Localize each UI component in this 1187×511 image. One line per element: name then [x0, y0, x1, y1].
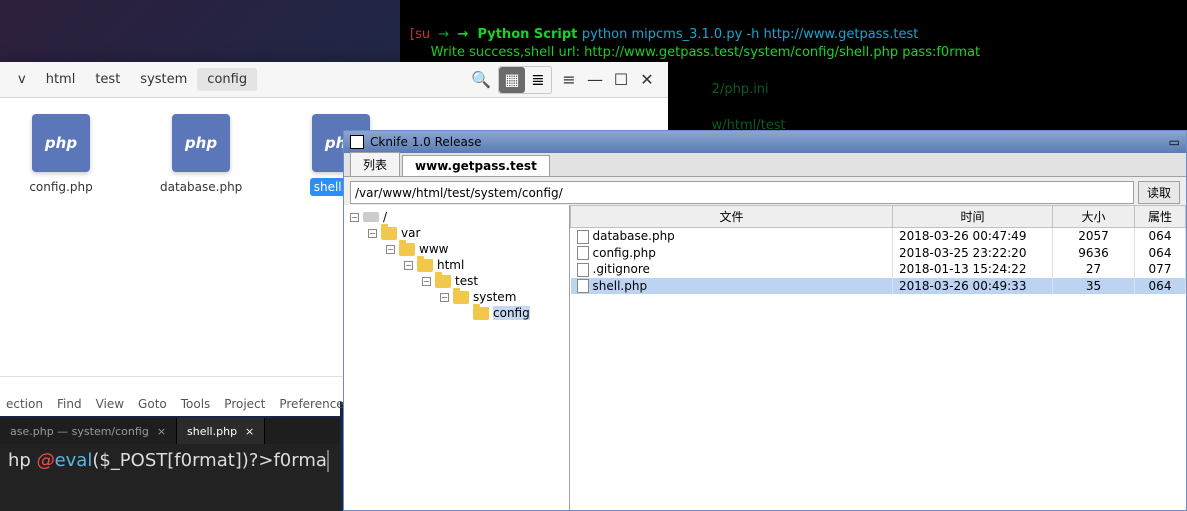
ck-tab-list[interactable]: 列表 — [350, 152, 400, 176]
col-size[interactable]: 大小 — [1053, 206, 1135, 228]
ck-tabs: 列表 www.getpass.test — [344, 153, 1186, 177]
folder-icon — [473, 307, 489, 320]
menu-project[interactable]: Project — [224, 397, 265, 411]
tree-node-/[interactable]: −/ — [346, 209, 567, 225]
tree-node-var[interactable]: − var — [346, 225, 567, 241]
term-line-1: [su → → Python Script python mipcms_3.1.… — [410, 27, 918, 42]
fm-breadcrumbs: v html test system config — [8, 68, 257, 91]
folder-icon — [381, 227, 397, 240]
col-file[interactable]: 文件 — [571, 206, 893, 228]
view-toggle: ▦ ≣ — [498, 66, 552, 94]
hamburger-icon[interactable]: ≡ — [556, 67, 582, 93]
path-input[interactable] — [350, 181, 1134, 204]
tree-label: config — [493, 306, 530, 320]
tree-label: / — [383, 210, 387, 224]
crumb-config[interactable]: config — [197, 68, 257, 91]
crumb-v[interactable]: v — [8, 68, 36, 91]
menu-goto[interactable]: Goto — [138, 397, 167, 411]
crumb-test[interactable]: test — [85, 68, 130, 91]
table-row[interactable]: shell.php2018-03-26 00:49:3335064 — [571, 278, 1186, 295]
editor-canvas[interactable]: hp @eval($_POST[f0rmat])?>f0rma — [0, 444, 340, 511]
ck-filelist[interactable]: 文件 时间 大小 属性 database.php2018-03-26 00:47… — [570, 205, 1186, 510]
grid-view-icon[interactable]: ▦ — [499, 67, 525, 93]
document-icon — [577, 279, 589, 293]
cknife-window: Cknife 1.0 Release ▭ 列表 www.getpass.test… — [343, 130, 1187, 511]
document-icon — [577, 246, 589, 260]
fm-titlebar[interactable]: v html test system config 🔍 ▦ ≣ ≡ — ☐ ✕ — [0, 62, 668, 98]
crumb-system[interactable]: system — [130, 68, 197, 91]
list-view-icon[interactable]: ≣ — [525, 67, 551, 93]
php-file-icon: php — [32, 114, 90, 172]
document-icon — [577, 230, 589, 244]
tree-node-www[interactable]: − www — [346, 241, 567, 257]
menu-preferences[interactable]: Preferences — [279, 397, 350, 411]
close-icon[interactable]: × — [157, 425, 166, 438]
tree-toggle-icon[interactable]: − — [404, 261, 413, 270]
file-label: config.php — [25, 178, 96, 196]
maximize-icon[interactable]: ▭ — [1169, 135, 1180, 149]
ck-tree[interactable]: −/−var−www−html−test−systemconfig — [344, 205, 570, 510]
editor-tab-1[interactable]: ase.php — system/config × — [0, 418, 177, 444]
minimize-icon[interactable]: — — [582, 67, 608, 93]
table-row[interactable]: database.php2018-03-26 00:47:492057064 — [571, 228, 1186, 245]
tree-toggle-icon[interactable]: − — [422, 277, 431, 286]
close-icon[interactable]: × — [245, 425, 254, 438]
disk-icon — [363, 212, 379, 222]
crumb-html[interactable]: html — [36, 68, 86, 91]
menu-find[interactable]: Find — [57, 397, 82, 411]
search-icon[interactable]: 🔍 — [468, 67, 494, 93]
document-icon — [577, 263, 589, 277]
menu-tools[interactable]: Tools — [181, 397, 211, 411]
tree-label: var — [401, 226, 420, 240]
cknife-app-icon — [350, 135, 364, 149]
term-line-2: Write success,shell url: http://www.getp… — [410, 45, 980, 60]
tree-label: system — [473, 290, 516, 304]
maximize-icon[interactable]: ☐ — [608, 67, 634, 93]
menu-view[interactable]: View — [96, 397, 124, 411]
folder-icon — [435, 275, 451, 288]
tree-toggle-icon[interactable]: − — [386, 245, 395, 254]
tree-label: www — [419, 242, 448, 256]
folder-icon — [417, 259, 433, 272]
col-time[interactable]: 时间 — [893, 206, 1053, 228]
tree-label: test — [455, 274, 478, 288]
tree-node-config[interactable]: config — [346, 305, 567, 321]
editor-tabs: ase.php — system/config × shell.php × — [0, 418, 340, 444]
table-row[interactable]: config.php2018-03-25 23:22:209636064 — [571, 245, 1186, 262]
tab-label: shell.php — [187, 425, 237, 438]
ck-tab-host[interactable]: www.getpass.test — [402, 155, 550, 176]
editor-tab-2[interactable]: shell.php × — [177, 418, 265, 444]
tree-node-html[interactable]: − html — [346, 257, 567, 273]
tab-label: ase.php — system/config — [10, 425, 149, 438]
file-config-php[interactable]: php config.php — [16, 114, 106, 196]
tree-label: html — [437, 258, 464, 272]
ck-pathbar: 读取 — [344, 177, 1186, 208]
tree-toggle-icon[interactable]: − — [368, 229, 377, 238]
ck-titlebar[interactable]: Cknife 1.0 Release ▭ — [344, 131, 1186, 153]
ck-title-label: Cknife 1.0 Release — [370, 135, 481, 149]
editor-menubar: ection Find View Goto Tools Project Pref… — [0, 392, 340, 416]
close-icon[interactable]: ✕ — [634, 67, 660, 93]
go-button[interactable]: 读取 — [1138, 181, 1180, 204]
tree-node-system[interactable]: − system — [346, 289, 567, 305]
folder-icon — [399, 243, 415, 256]
table-row[interactable]: .gitignore2018-01-13 15:24:2227077 — [571, 261, 1186, 278]
folder-icon — [453, 291, 469, 304]
php-file-icon: php — [172, 114, 230, 172]
file-database-php[interactable]: php database.php — [156, 114, 246, 196]
menu-selection[interactable]: ection — [6, 397, 43, 411]
file-label: database.php — [156, 178, 246, 196]
cursor — [327, 450, 329, 472]
tree-node-test[interactable]: − test — [346, 273, 567, 289]
tree-toggle-icon[interactable]: − — [350, 213, 359, 222]
tree-toggle-icon[interactable]: − — [440, 293, 449, 302]
col-attr[interactable]: 属性 — [1135, 206, 1186, 228]
